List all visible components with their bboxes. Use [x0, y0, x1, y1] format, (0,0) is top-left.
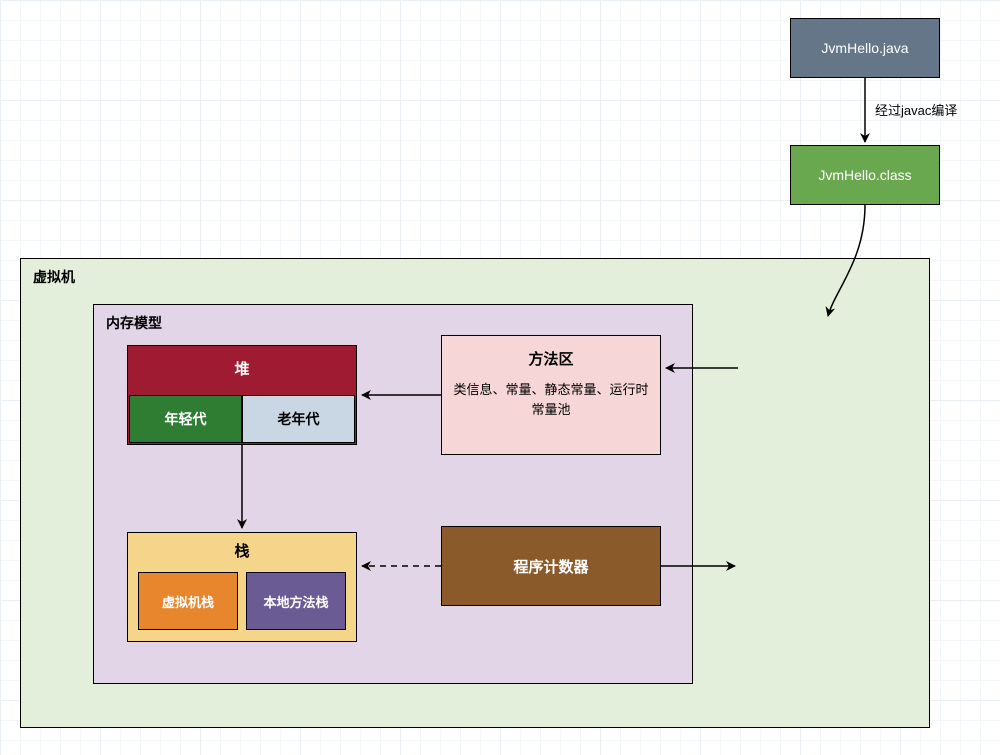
- java-file-box: JvmHello.java: [790, 18, 940, 78]
- stack-title: 栈: [127, 540, 357, 561]
- stack-title-text: 栈: [234, 543, 249, 560]
- native-stack-label: 本地方法栈: [263, 592, 328, 611]
- pc-box: 程序计数器: [441, 526, 661, 606]
- compile-edge-label: 经过javac编译: [875, 100, 957, 119]
- heap-young-label: 年轻代: [165, 409, 207, 429]
- jvm-stack-label: 虚拟机栈: [162, 592, 214, 611]
- method-area-desc: 类信息、常量、静态常量、运行时常量池: [451, 380, 651, 419]
- heap-old-box: 老年代: [242, 395, 355, 443]
- java-file-label: JvmHello.java: [821, 40, 908, 56]
- method-area-desc-text: 类信息、常量、静态常量、运行时常量池: [453, 382, 648, 417]
- heap-old-label: 老年代: [278, 409, 320, 429]
- pc-label: 程序计数器: [513, 556, 588, 577]
- compile-text: 经过javac编译: [875, 103, 957, 118]
- class-file-box: JvmHello.class: [790, 145, 940, 205]
- class-file-label: JvmHello.class: [818, 167, 911, 183]
- jvm-stack-box: 虚拟机栈: [138, 572, 238, 630]
- method-area-title-text: 方法区: [528, 351, 573, 368]
- native-stack-box: 本地方法栈: [246, 572, 346, 630]
- memory-model-title: 内存模型: [106, 313, 162, 333]
- heap-young-box: 年轻代: [129, 395, 242, 443]
- heap-title-text: 堆: [234, 361, 249, 378]
- heap-title: 堆: [127, 358, 357, 379]
- vm-title: 虚拟机: [33, 267, 75, 287]
- method-area-title: 方法区: [441, 348, 661, 369]
